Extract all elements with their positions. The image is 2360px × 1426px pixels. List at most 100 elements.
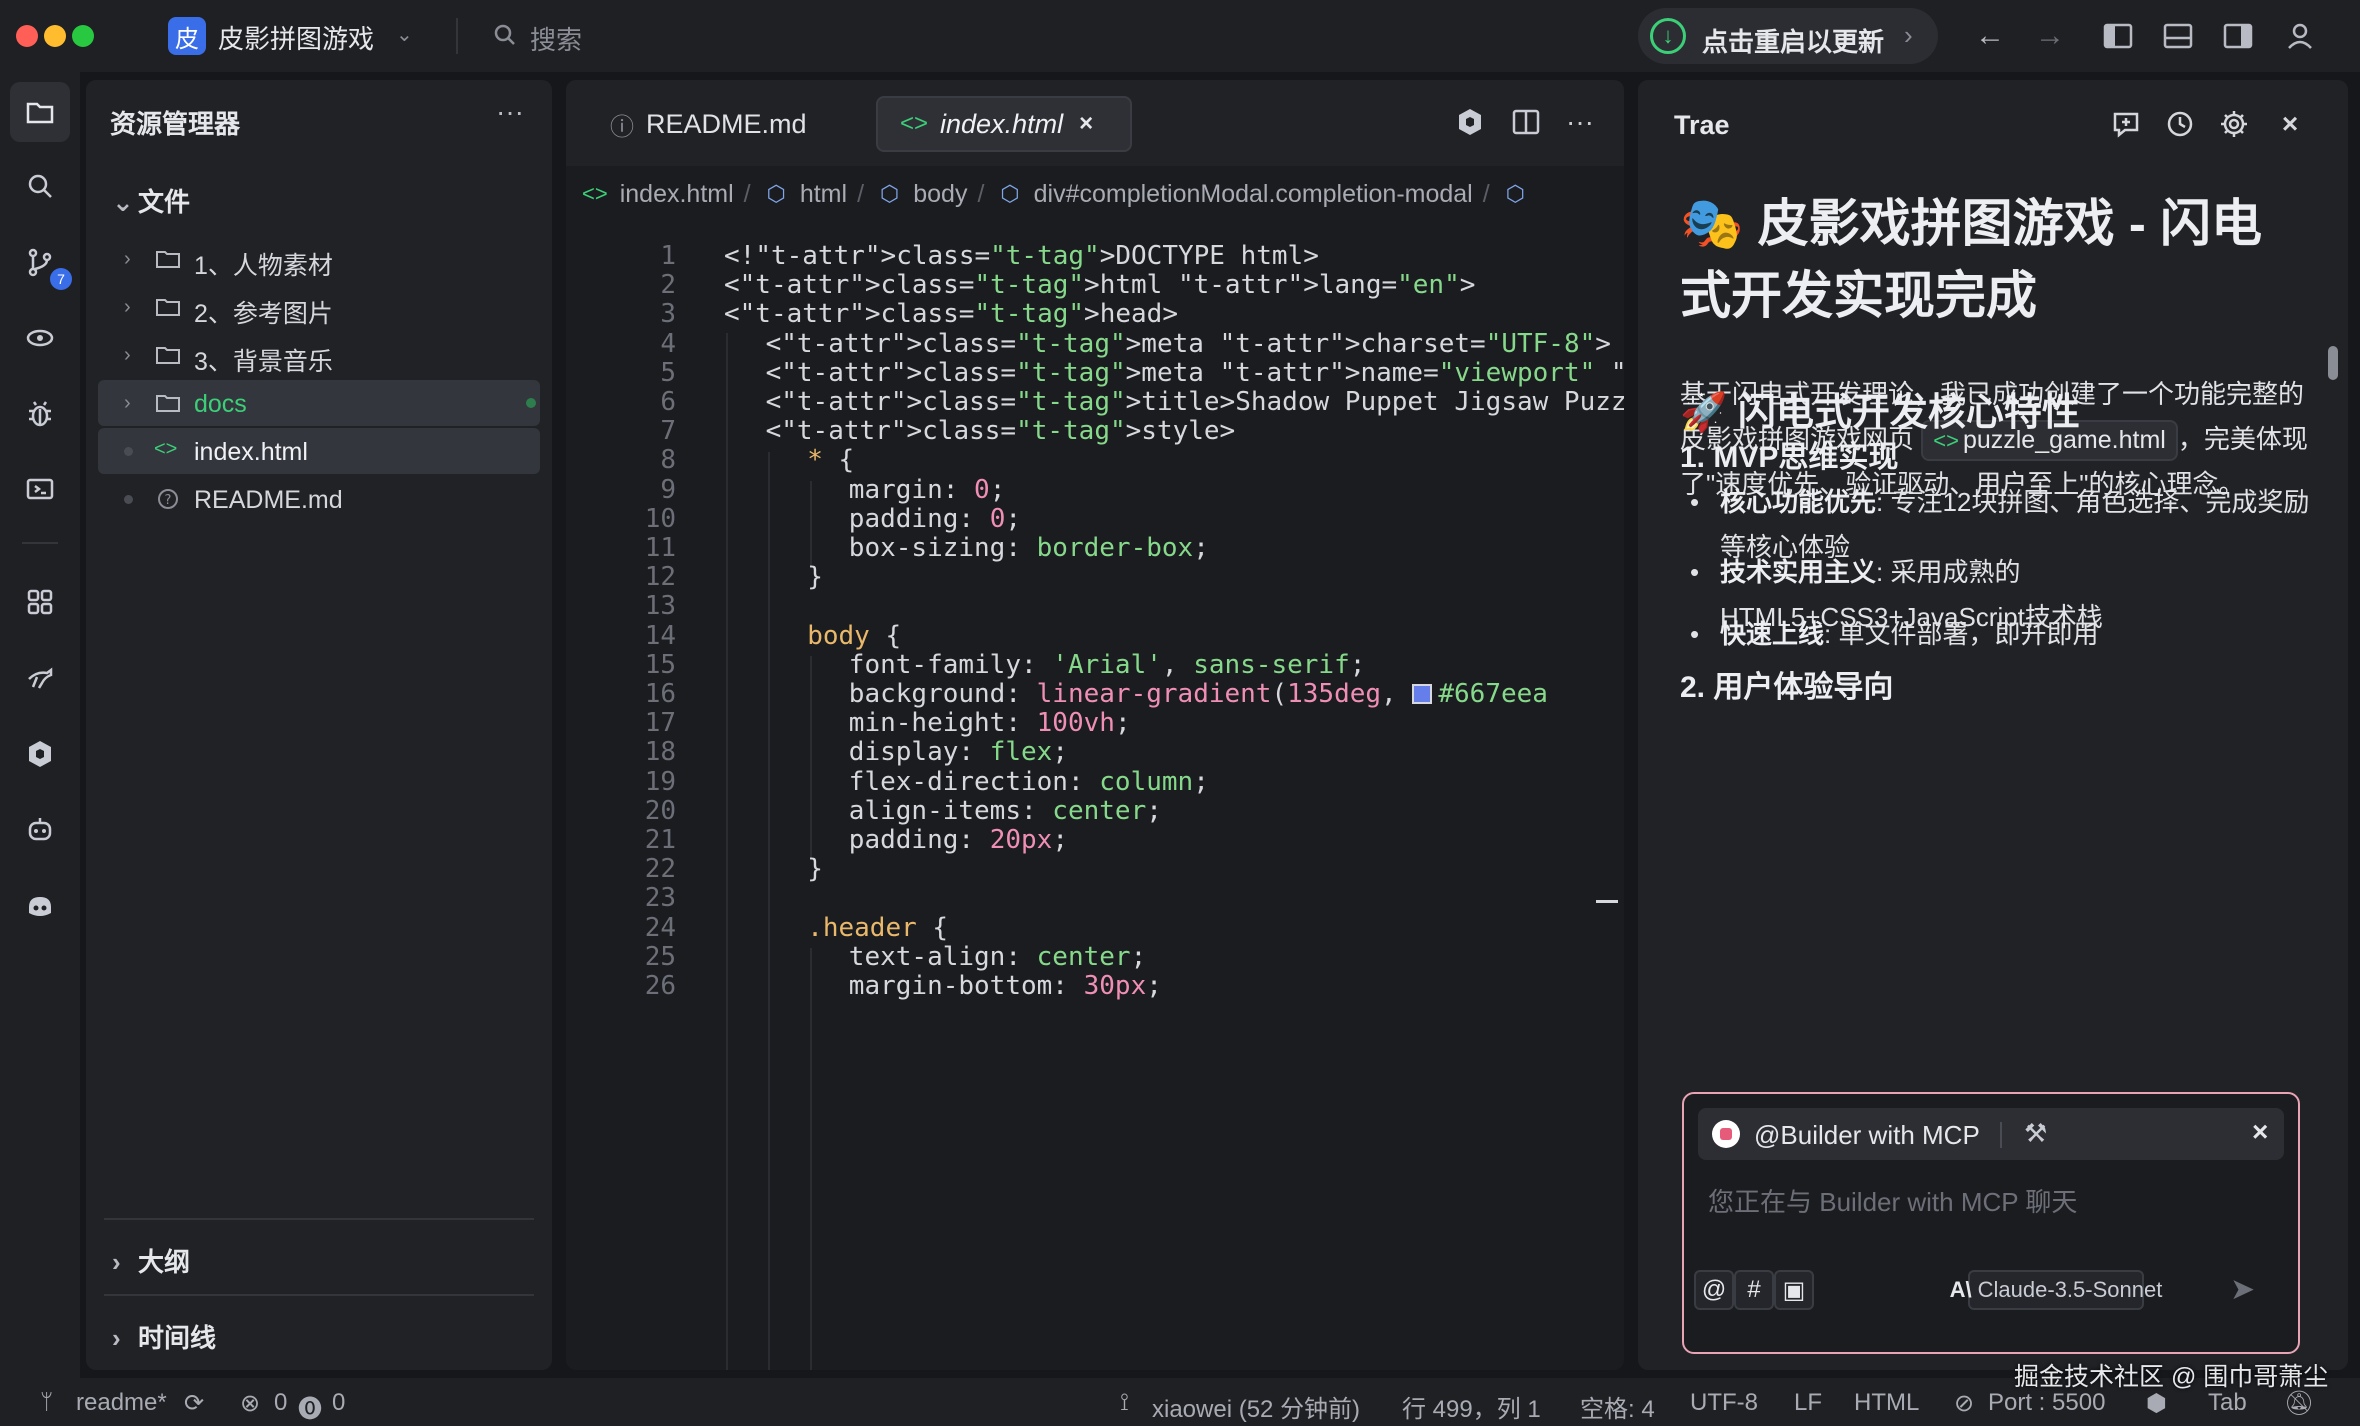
hash-icon[interactable]: # [1734, 1270, 1774, 1310]
code-line[interactable]: padding: 20px; [849, 825, 1068, 855]
breadcrumb-item[interactable]: div#completionModal.completion-modal [1034, 180, 1473, 209]
breadcrumb-item[interactable]: body [913, 180, 967, 209]
code-line[interactable]: padding: 0; [849, 504, 1021, 534]
send-icon[interactable]: ➤ [2230, 1272, 2270, 1312]
chevron-down-icon[interactable]: ⌄ [396, 22, 413, 47]
chat-scrollbar[interactable] [2328, 346, 2338, 380]
sync-icon[interactable]: ⟳ [184, 1389, 204, 1418]
live-server-port[interactable]: Port : 5500 [1988, 1389, 2105, 1417]
git-blame[interactable]: xiaowei (52 分钟前) [1152, 1389, 1360, 1424]
code-line[interactable]: <"t-attr">class="t-tag">style> [766, 416, 1236, 446]
mention-icon[interactable]: @ [1694, 1270, 1734, 1310]
code-line[interactable]: margin: 0; [849, 475, 1006, 505]
remote-explorer-activity-button[interactable] [10, 460, 70, 520]
explorer-activity-button[interactable] [10, 82, 70, 142]
search-activity-button[interactable] [10, 156, 70, 216]
new-chat-icon[interactable] [2108, 106, 2144, 142]
code-line[interactable]: * { [807, 446, 854, 475]
maximize-window-button[interactable] [72, 25, 94, 47]
forward-arrow-icon[interactable]: → [2032, 18, 2068, 54]
error-count[interactable]: 0 [274, 1389, 287, 1417]
code-line[interactable]: font-family: 'Arial', sans-serif; [849, 650, 1366, 680]
remote-activity-button[interactable] [10, 308, 70, 368]
more-icon[interactable]: ··· [1562, 104, 1598, 140]
tree-item-folder[interactable]: › 3、背景音乐 [98, 332, 540, 378]
back-arrow-icon[interactable]: ← [1972, 18, 2008, 54]
code-line[interactable]: <"t-attr">class="t-tag">meta "t-attr">ch… [766, 329, 1611, 359]
tab-readme[interactable]: ⓘ README.md [588, 96, 807, 152]
split-editor-icon[interactable] [1508, 104, 1544, 140]
files-section-header[interactable]: ⌄ 文件 [112, 182, 190, 219]
tree-item-folder-docs[interactable]: › docs [98, 380, 540, 426]
cube-icon[interactable] [1452, 104, 1488, 140]
gear-icon[interactable] [2216, 106, 2252, 142]
code-line[interactable]: text-align: center; [849, 942, 1146, 972]
timeline-section-header[interactable]: › 时间线 [112, 1318, 216, 1355]
close-icon[interactable]: × [2272, 106, 2308, 142]
code-area[interactable]: 1 <!"t-attr">class="t-tag">DOCTYPE html> 2… [566, 230, 1624, 1370]
search-icon[interactable] [490, 20, 520, 50]
tree-item-folder[interactable]: › 1、人物素材 [98, 236, 540, 282]
code-line[interactable]: body { [807, 621, 901, 651]
code-line[interactable]: flex-direction: column; [849, 767, 1209, 797]
minimize-window-button[interactable] [44, 25, 66, 47]
history-icon[interactable] [2162, 106, 2198, 142]
extensions-activity-button[interactable] [10, 572, 70, 632]
branch-name[interactable]: readme* [76, 1389, 167, 1417]
chat-message-input[interactable]: 您正在与 Builder with MCP 聊天 [1708, 1182, 2077, 1219]
toggle-right-panel-icon[interactable] [2220, 18, 2256, 54]
search-input[interactable]: 搜索 [530, 20, 582, 57]
code-line[interactable]: margin-bottom: 30px; [849, 971, 1162, 1001]
copilot-activity-button[interactable] [10, 876, 70, 936]
code-line[interactable]: <"t-attr">class="t-tag">head> [724, 300, 1178, 329]
outline-section-header[interactable]: › 大纲 [112, 1242, 190, 1279]
code-line[interactable]: <"t-attr">class="t-tag">html "t-attr">la… [724, 270, 1475, 300]
tab-mode[interactable]: Tab [2208, 1389, 2247, 1417]
tree-item-readme[interactable]: ? README.md [98, 476, 540, 522]
code-line[interactable]: background: linear-gradient(135deg, #667… [849, 679, 1548, 709]
cube-icon[interactable]: ⬢ [2146, 1389, 2167, 1418]
ai-agent-activity-button[interactable] [10, 800, 70, 860]
tab-index-html[interactable]: <> index.html × [876, 96, 1132, 152]
hammer-icon[interactable]: ⚒ [2024, 1118, 2047, 1149]
warning-count[interactable]: 0 [332, 1389, 345, 1417]
code-line[interactable]: <"t-attr">class="t-tag">meta "t-attr">na… [766, 358, 1624, 388]
indentation[interactable]: 空格: 4 [1580, 1389, 1655, 1424]
breadcrumb-item[interactable]: html [800, 180, 847, 209]
breadcrumb-item[interactable]: index.html [620, 180, 734, 209]
code-line[interactable]: align-items: center; [849, 796, 1162, 826]
project-name[interactable]: 皮影拼图游戏 [218, 19, 374, 56]
notification-bell-icon[interactable]: 🔕︎ [2284, 1389, 2314, 1418]
close-tab-icon[interactable]: × [1079, 110, 1093, 138]
model-selector[interactable]: A\ Claude-3.5-Sonnet [1950, 1270, 2162, 1310]
more-icon[interactable]: ··· [496, 96, 524, 128]
code-line[interactable]: } [807, 562, 823, 592]
account-icon[interactable] [2282, 18, 2318, 54]
tree-item-index-html[interactable]: <> index.html [98, 428, 540, 474]
code-line[interactable]: min-height: 100vh; [849, 708, 1131, 738]
debug-activity-button[interactable] [10, 384, 70, 444]
code-line[interactable]: display: flex; [849, 738, 1068, 767]
line-ending[interactable]: LF [1794, 1389, 1822, 1417]
code-line[interactable]: } [807, 854, 823, 884]
code-line[interactable]: <"t-attr">class="t-tag">title>Shadow Pup… [766, 387, 1624, 417]
code-line[interactable]: <!"t-attr">class="t-tag">DOCTYPE html> [724, 241, 1319, 271]
code-line[interactable]: box-sizing: border-box; [849, 533, 1209, 563]
image-icon[interactable]: ▣ [1774, 1270, 1814, 1310]
agent-chip[interactable]: @Builder with MCP ⚒ × [1698, 1108, 2284, 1160]
encoding[interactable]: UTF-8 [1690, 1389, 1758, 1417]
restart-update-button[interactable]: ↓ 点击重启以更新 › [1638, 8, 1938, 64]
toggle-bottom-panel-icon[interactable] [2160, 18, 2196, 54]
source-control-activity-button[interactable]: 7 [10, 232, 72, 292]
language-mode[interactable]: HTML [1854, 1389, 1919, 1417]
close-icon[interactable]: × [2252, 1116, 2268, 1148]
cursor-position[interactable]: 行 499，列 1 [1402, 1389, 1541, 1424]
toggle-left-panel-icon[interactable] [2100, 18, 2136, 54]
subsection-title-1: 1. MVP思维实现 [1680, 441, 1899, 474]
cube-activity-button[interactable] [10, 724, 70, 784]
project-badge[interactable]: 皮 [168, 17, 206, 55]
deploy-activity-button[interactable] [10, 648, 70, 708]
close-window-button[interactable] [16, 25, 38, 47]
tree-item-folder[interactable]: › 2、参考图片 [98, 284, 540, 330]
code-line[interactable]: .header { [807, 913, 948, 943]
